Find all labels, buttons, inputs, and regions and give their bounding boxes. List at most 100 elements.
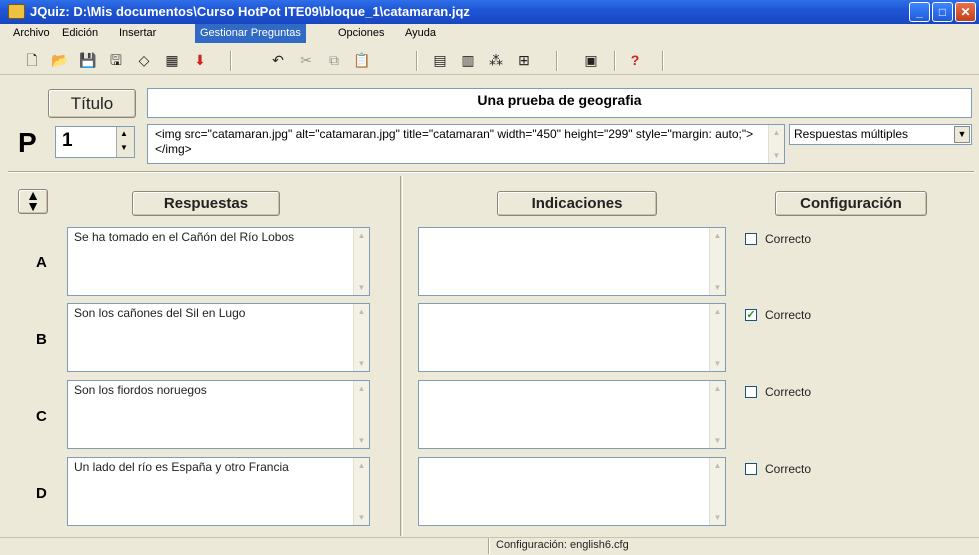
menu-insertar[interactable]: Insertar	[114, 24, 161, 43]
answer-field[interactable]: Son los fiordos noruegos ▲ ▼	[67, 380, 370, 449]
question-number-stepper[interactable]: ▲ ▼	[116, 127, 134, 157]
scroll-down-icon[interactable]: ▼	[712, 435, 723, 446]
feedback-scrollbar[interactable]: ▲ ▼	[709, 304, 725, 371]
eraser-icon[interactable]: ◇	[134, 51, 154, 69]
answer-scrollbar[interactable]: ▲ ▼	[353, 381, 369, 448]
scroll-down-icon[interactable]: ▼	[356, 282, 367, 293]
window-title: JQuiz: D:\Mis documentos\Curso HotPot IT…	[30, 4, 470, 19]
maximize-button[interactable]: □	[932, 2, 953, 22]
config-icon[interactable]: ▣	[581, 51, 601, 69]
horizontal-divider	[8, 171, 974, 173]
correct-checkbox[interactable]	[745, 463, 757, 475]
settings-header-button[interactable]: Configuración	[775, 191, 927, 216]
answer-scrollbar[interactable]: ▲ ▼	[353, 458, 369, 525]
menu-archivo[interactable]: Archivo	[8, 24, 55, 43]
dropdown-arrow-icon[interactable]: ▼	[954, 126, 970, 143]
scroll-up-icon[interactable]: ▲	[771, 127, 782, 138]
correct-checkbox[interactable]: ✓	[745, 309, 757, 321]
close-button[interactable]: ✕	[955, 2, 976, 22]
answer-scrollbar[interactable]: ▲ ▼	[353, 304, 369, 371]
correct-label: Correcto	[765, 308, 812, 322]
minimize-button[interactable]: _	[909, 2, 930, 22]
scroll-down-icon[interactable]: ▼	[771, 150, 782, 161]
cut-icon[interactable]: ✂	[296, 51, 316, 69]
undo-icon[interactable]: ↶	[268, 51, 288, 69]
answer-field[interactable]: Son los cañones del Sil en Lugo ▲ ▼	[67, 303, 370, 372]
open-folder-icon[interactable]: 📂	[50, 51, 70, 69]
toolbar-separator	[556, 51, 558, 71]
add-question-icon[interactable]: ▤	[430, 51, 450, 69]
scroll-up-icon[interactable]: ▲	[356, 230, 367, 241]
answer-text: Un lado del río es España y otro Francia	[74, 460, 289, 474]
reorder-answers-button[interactable]: ▲ ▼	[18, 188, 48, 214]
web-export-icon[interactable]: ▦	[162, 51, 182, 69]
correct-label: Correcto	[765, 385, 812, 399]
stepper-up-icon[interactable]: ▲	[120, 129, 128, 138]
question-text-scrollbar[interactable]: ▲ ▼	[768, 125, 784, 163]
scroll-down-icon[interactable]: ▼	[356, 358, 367, 369]
title-button[interactable]: Título	[48, 89, 136, 118]
scroll-up-icon[interactable]: ▲	[356, 383, 367, 394]
question-type-value: Respuestas múltiples	[794, 127, 909, 141]
feedback-field[interactable]: ▲ ▼	[418, 457, 726, 526]
correct-checkbox[interactable]	[745, 386, 757, 398]
quiz-title-field[interactable]: Una prueba de geografia	[147, 88, 972, 118]
correct-label: Correcto	[765, 462, 812, 476]
scroll-down-icon[interactable]: ▼	[356, 512, 367, 523]
scroll-up-icon[interactable]: ▲	[712, 460, 723, 471]
feedback-field[interactable]: ▲ ▼	[418, 380, 726, 449]
toolbar-separator	[416, 51, 418, 71]
question-label: P	[18, 127, 37, 158]
answer-letter: A	[36, 254, 47, 271]
scroll-down-icon[interactable]: ▼	[712, 358, 723, 369]
feedback-field[interactable]: ▲ ▼	[418, 227, 726, 296]
answer-letter: C	[36, 408, 47, 425]
toolbar-separator	[230, 51, 232, 71]
save-icon[interactable]: 💾	[78, 51, 98, 69]
scroll-up-icon[interactable]: ▲	[712, 230, 723, 241]
save-as-icon[interactable]: 🖫	[106, 51, 126, 69]
scroll-down-icon[interactable]: ▼	[712, 512, 723, 523]
answer-letter: D	[36, 485, 47, 502]
feedback-scrollbar[interactable]: ▲ ▼	[709, 381, 725, 448]
scroll-up-icon[interactable]: ▲	[712, 306, 723, 317]
answer-letter: B	[36, 331, 47, 348]
link-icon[interactable]: ⁂	[486, 51, 506, 69]
feedback-header-button[interactable]: Indicaciones	[497, 191, 657, 216]
scroll-down-icon[interactable]: ▼	[712, 282, 723, 293]
app-icon	[8, 4, 25, 19]
scroll-down-icon[interactable]: ▼	[356, 435, 367, 446]
correct-checkbox[interactable]	[745, 233, 757, 245]
scroll-up-icon[interactable]: ▲	[712, 383, 723, 394]
correct-label: Correcto	[765, 232, 812, 246]
delete-question-icon[interactable]: ▥	[458, 51, 478, 69]
menu-gestionar-preguntas[interactable]: Gestionar Preguntas	[195, 24, 306, 43]
menu-edicion[interactable]: Edición	[57, 24, 103, 43]
copy-icon[interactable]: ⧉	[324, 51, 344, 69]
toolbar-separator	[662, 51, 664, 71]
vertical-splitter[interactable]	[400, 176, 403, 536]
new-file-icon[interactable]: 🗋	[22, 51, 42, 69]
paste-icon[interactable]: 📋	[352, 51, 372, 69]
help-icon[interactable]: ?	[625, 51, 645, 69]
question-text-field[interactable]: <img src="catamaran.jpg" alt="catamaran.…	[147, 124, 785, 164]
scroll-up-icon[interactable]: ▲	[356, 306, 367, 317]
question-type-select[interactable]: Respuestas múltiples ▼	[789, 124, 972, 145]
feedback-scrollbar[interactable]: ▲ ▼	[709, 228, 725, 295]
scroll-up-icon[interactable]: ▲	[356, 460, 367, 471]
responses-header-button[interactable]: Respuestas	[132, 191, 280, 216]
answer-scrollbar[interactable]: ▲ ▼	[353, 228, 369, 295]
menu-opciones[interactable]: Opciones	[333, 24, 389, 43]
menu-ayuda[interactable]: Ayuda	[400, 24, 441, 43]
insert-arrow-icon[interactable]: ⬇	[190, 51, 210, 69]
image-icon[interactable]: ⊞	[514, 51, 534, 69]
answer-text: Son los cañones del Sil en Lugo	[74, 306, 246, 320]
stepper-down-icon[interactable]: ▼	[120, 143, 128, 152]
toolbar-separator	[614, 51, 616, 71]
answer-field[interactable]: Un lado del río es España y otro Francia…	[67, 457, 370, 526]
answer-field[interactable]: Se ha tomado en el Cañón del Río Lobos ▲…	[67, 227, 370, 296]
question-text: <img src="catamaran.jpg" alt="catamaran.…	[155, 127, 754, 156]
title-bar: JQuiz: D:\Mis documentos\Curso HotPot IT…	[0, 0, 979, 24]
feedback-field[interactable]: ▲ ▼	[418, 303, 726, 372]
feedback-scrollbar[interactable]: ▲ ▼	[709, 458, 725, 525]
